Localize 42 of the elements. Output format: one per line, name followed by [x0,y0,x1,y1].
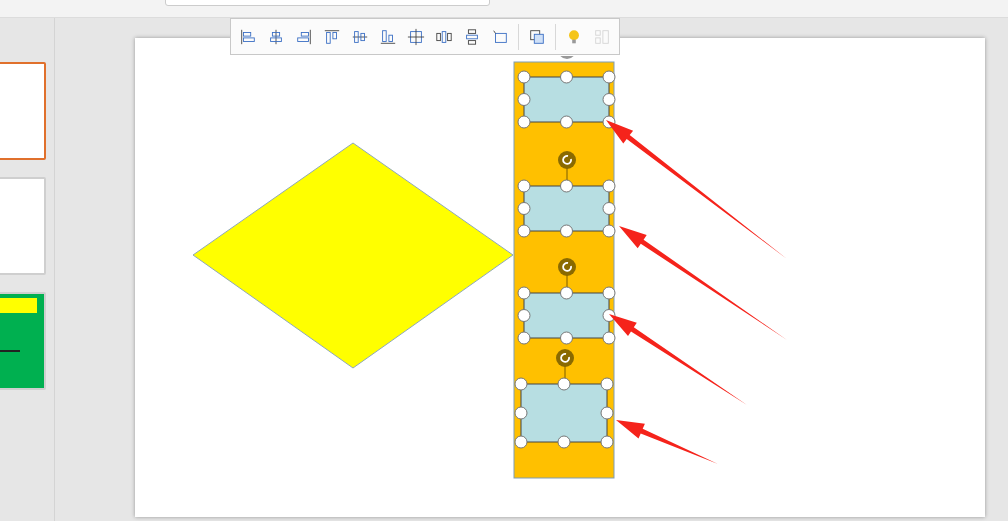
resize-handle[interactable] [602,93,616,106]
resize-handle[interactable] [557,435,571,449]
resize-handle[interactable] [514,435,528,449]
resize-handle[interactable] [600,377,614,391]
resize-handle[interactable] [602,224,616,238]
resize-handle[interactable] [514,406,528,420]
rotate-handle[interactable] [558,151,576,169]
resize-handle[interactable] [557,377,571,391]
resize-handle[interactable] [602,331,616,345]
center-icon [407,26,425,47]
rotate-handle[interactable] [558,258,576,276]
resize-handle[interactable] [600,435,614,449]
resize-handle[interactable] [517,202,531,215]
resize-handle[interactable] [517,93,531,106]
resize-handle[interactable] [560,331,573,345]
resize-handle[interactable] [517,309,531,322]
resize-handle[interactable] [517,331,531,345]
resize-handle[interactable] [560,286,573,300]
resize-handle[interactable] [602,179,616,193]
resize-handle[interactable] [602,70,616,84]
slide-thumbnail[interactable] [0,62,46,160]
rotate-handle[interactable] [556,349,574,367]
resize-handle[interactable] [517,224,531,238]
resize-handle[interactable] [514,377,528,391]
text-lines-drawing [0,350,20,352]
slide-thumbnail[interactable] [0,292,46,390]
resize-handle[interactable] [602,309,616,322]
resize-handle[interactable] [517,286,531,300]
rotate-handle[interactable] [560,56,574,59]
resize-handle[interactable] [602,286,616,300]
resize-handle[interactable] [517,115,531,129]
resize-handle[interactable] [560,115,573,129]
resize-handle[interactable] [560,179,573,193]
resize-handle[interactable] [602,202,616,215]
resize-handle[interactable] [517,70,531,84]
slide-thumbnail[interactable] [0,177,46,275]
distribute-vertical-icon [463,26,481,47]
banner-shape [0,298,37,313]
resize-handle[interactable] [517,179,531,193]
resize-handle[interactable] [600,406,614,420]
resize-handle[interactable] [560,224,573,238]
resize-handle[interactable] [560,70,573,84]
